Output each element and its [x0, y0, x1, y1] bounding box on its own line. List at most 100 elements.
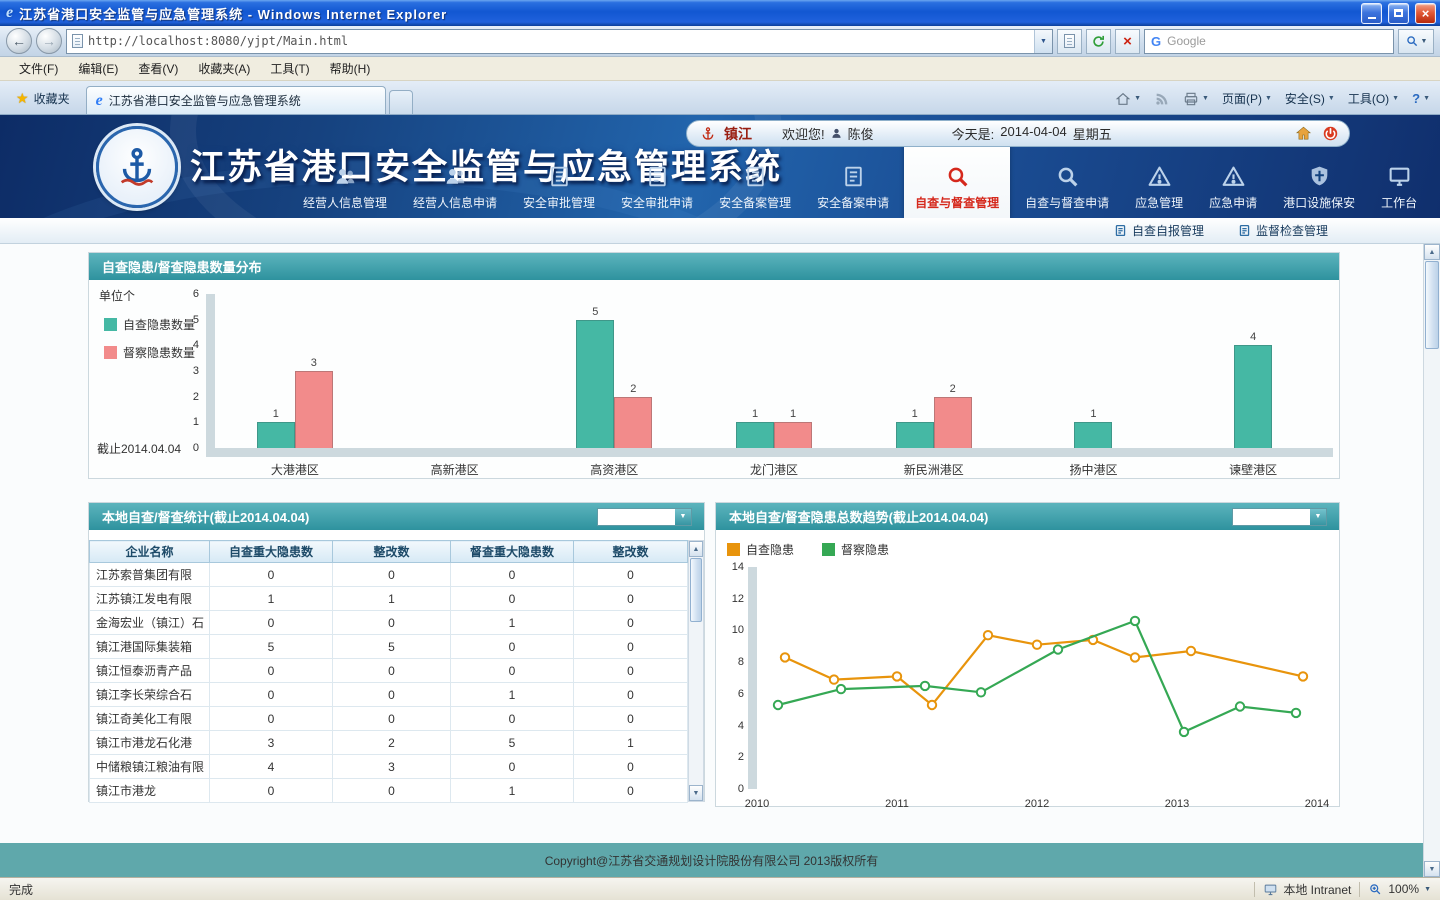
col-self-hazards: 自查重大隐患数	[210, 541, 333, 563]
help-menu-button[interactable]: ?▼	[1412, 91, 1430, 106]
address-input[interactable]: http://localhost:8080/yjpt/Main.html ▼	[66, 29, 1053, 54]
nav-item-self-supervision-mgmt[interactable]: 自查与督查管理	[904, 142, 1010, 218]
nav-item-safety-approval-mgmt[interactable]: 安全审批管理	[512, 156, 606, 218]
menu-favorites[interactable]: 收藏夹(A)	[189, 57, 259, 80]
anchor-logo-icon	[114, 144, 160, 190]
window-titlebar: e 江苏省港口安全监管与应急管理系统 - Windows Internet Ex…	[0, 0, 1440, 26]
table-row[interactable]: 镇江恒泰沥青产品0000	[90, 659, 688, 683]
scrollbar-thumb[interactable]	[690, 558, 702, 622]
scroll-down-icon[interactable]: ▼	[689, 785, 703, 801]
search-button[interactable]: ▼	[1398, 29, 1434, 54]
cell-count: 0	[451, 563, 574, 587]
print-button[interactable]: ▼	[1183, 91, 1209, 107]
table-scrollbar[interactable]: ▲ ▼	[688, 540, 704, 802]
cell-company-name: 江苏镇江发电有限	[90, 587, 210, 611]
subnav-self-report-mgmt[interactable]: 自查自报管理	[1114, 222, 1204, 239]
trend-point	[1187, 647, 1195, 655]
user-name: 陈俊	[848, 124, 874, 143]
nav-item-emergency-apply[interactable]: 应急申请	[1198, 156, 1268, 218]
stat-filter-select[interactable]: ▼	[597, 508, 692, 526]
subnav-supervision-check-mgmt[interactable]: 监督检查管理	[1238, 222, 1328, 239]
stop-button[interactable]: ×	[1115, 29, 1140, 54]
back-button[interactable]: ←	[6, 28, 32, 54]
anchor-icon	[700, 126, 716, 142]
cell-count: 5	[451, 731, 574, 755]
nav-item-safety-record-apply[interactable]: 安全备案申请	[806, 156, 900, 218]
menu-help[interactable]: 帮助(H)	[321, 57, 380, 80]
browser-tab[interactable]: e 江苏省港口安全监管与应急管理系统	[86, 86, 386, 114]
close-button[interactable]: ×	[1415, 3, 1436, 24]
table-row[interactable]: 镇江市港龙0010	[90, 779, 688, 803]
trend-filter-select[interactable]: ▼	[1232, 508, 1327, 526]
cell-company-name: 镇江李长荣综合石	[90, 683, 210, 707]
bar-y-axis: 6543210	[180, 294, 202, 448]
table-row[interactable]: 金海宏业（镇江）石0010	[90, 611, 688, 635]
menu-view[interactable]: 查看(V)	[129, 57, 187, 80]
bar-龙门港区-督察隐患数量: 1	[774, 422, 812, 448]
cell-count: 0	[451, 659, 574, 683]
feeds-button[interactable]	[1154, 91, 1170, 107]
scroll-down-icon[interactable]: ▼	[1424, 861, 1440, 877]
menu-tools[interactable]: 工具(T)	[261, 57, 318, 80]
sub-navigation: 自查自报管理 监督检查管理	[0, 218, 1440, 244]
table-row[interactable]: 镇江李长荣综合石0010	[90, 683, 688, 707]
home-shortcut-icon[interactable]	[1295, 125, 1312, 142]
scroll-up-icon[interactable]: ▲	[689, 541, 703, 557]
star-icon: ★	[16, 90, 29, 107]
table-row[interactable]: 江苏镇江发电有限1100	[90, 587, 688, 611]
users-icon	[333, 164, 358, 189]
nav-item-safety-approval-apply[interactable]: 安全审批申请	[610, 156, 704, 218]
table-row[interactable]: 镇江市港龙石化港3251	[90, 731, 688, 755]
cell-count: 5	[210, 635, 333, 659]
table-row[interactable]: 镇江港国际集装箱5500	[90, 635, 688, 659]
compatibility-view-button[interactable]	[1057, 29, 1082, 54]
cell-count: 1	[574, 731, 688, 755]
maximize-button[interactable]	[1388, 3, 1409, 24]
address-dropdown-icon[interactable]: ▼	[1034, 30, 1052, 53]
refresh-button[interactable]	[1086, 29, 1111, 54]
warning-icon	[1221, 164, 1246, 189]
table-row[interactable]: 中储粮镇江粮油有限4300	[90, 755, 688, 779]
search-input[interactable]: G Google	[1144, 29, 1394, 54]
bar-category-label: 扬中港区	[1014, 457, 1174, 478]
menu-file[interactable]: 文件(F)	[10, 57, 67, 80]
nav-item-self-supervision-apply[interactable]: 自查与督查申请	[1014, 156, 1120, 218]
command-bar: ▼ ▼ 页面(P)▼ 安全(S)▼ 工具(O)▼ ?▼	[1115, 90, 1434, 107]
menu-edit[interactable]: 编辑(E)	[69, 57, 127, 80]
x-axis-band	[206, 448, 1333, 457]
safety-menu-button[interactable]: 安全(S)▼	[1285, 90, 1335, 107]
nav-item-operator-info-mgmt[interactable]: 经营人信息管理	[292, 156, 398, 218]
y-axis-unit-label: 单位个	[99, 287, 135, 304]
logout-power-icon[interactable]	[1322, 125, 1339, 142]
cell-count: 0	[333, 659, 451, 683]
panel-title: 本地自查/督查隐患总数趋势(截止2014.04.04)	[729, 507, 988, 526]
nav-item-operator-info-apply[interactable]: 经营人信息申请	[402, 156, 508, 218]
table-row[interactable]: 镇江奇美化工有限0000	[90, 707, 688, 731]
page-scrollbar[interactable]: ▲ ▼	[1423, 244, 1440, 877]
status-done: 完成	[9, 881, 33, 898]
trend-point	[893, 672, 901, 680]
cell-count: 0	[574, 779, 688, 803]
tools-menu-button[interactable]: 工具(O)▼	[1348, 90, 1399, 107]
nav-item-safety-record-mgmt[interactable]: 安全备案管理	[708, 156, 802, 218]
nav-item-port-facility-security[interactable]: 港口设施保安	[1272, 156, 1366, 218]
table-row[interactable]: 江苏索普集团有限0000	[90, 563, 688, 587]
page-menu-button[interactable]: 页面(P)▼	[1222, 90, 1272, 107]
scrollbar-thumb[interactable]	[1425, 261, 1439, 349]
trend-plot	[757, 567, 1317, 789]
minimize-button[interactable]	[1361, 3, 1382, 24]
bar-group	[375, 294, 535, 448]
favorites-button[interactable]: ★ 收藏夹	[6, 86, 80, 110]
bar-group: 13	[215, 294, 375, 448]
scroll-up-icon[interactable]: ▲	[1424, 244, 1440, 260]
trend-point	[1131, 617, 1139, 625]
home-button[interactable]: ▼	[1115, 91, 1141, 107]
new-tab-button[interactable]	[389, 90, 413, 114]
nav-item-workbench[interactable]: 工作台	[1370, 156, 1428, 218]
zoom-control[interactable]: 100% ▼	[1368, 882, 1431, 897]
bar-value-label: 4	[1223, 331, 1283, 343]
bar-y-tick: 1	[193, 416, 199, 428]
nav-item-emergency-mgmt[interactable]: 应急管理	[1124, 156, 1194, 218]
forward-button[interactable]: →	[36, 28, 62, 54]
panel-local-statistics: 本地自查/督查统计(截止2014.04.04) ▼ 企业名称	[88, 502, 705, 802]
